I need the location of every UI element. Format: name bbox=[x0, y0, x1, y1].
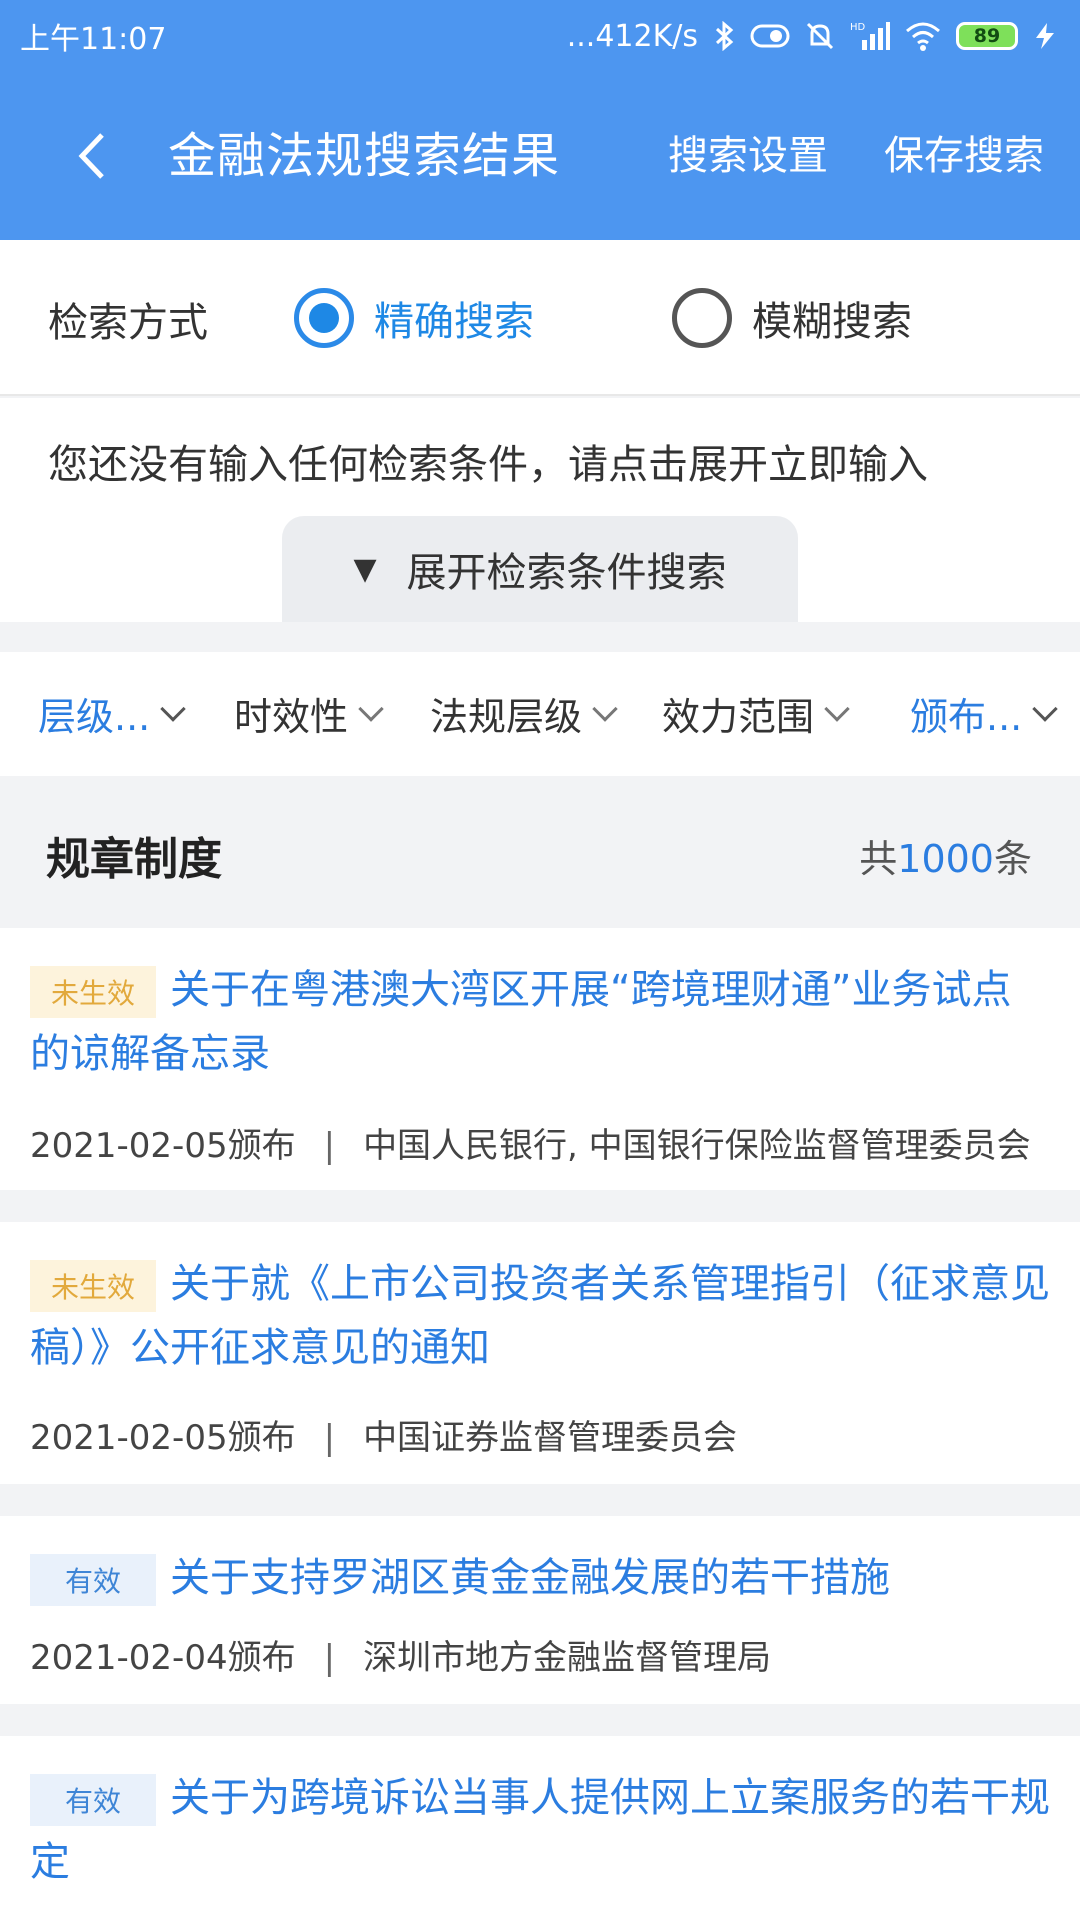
result-title[interactable]: 关于在粤港澳大湾区开展“跨境理财通”业务试点的谅解备忘录 bbox=[30, 958, 1050, 1086]
chevron-down-icon bbox=[592, 695, 618, 722]
list-item[interactable]: 关于支持罗湖区黄金金融发展的若干措施 有效 2021-02-04颁布 | 深圳市地方… bbox=[0, 1516, 1080, 1704]
result-count: 共1000条 bbox=[859, 837, 1032, 881]
search-mode-label: 检索方式 bbox=[48, 300, 208, 346]
chevron-left-icon bbox=[78, 133, 104, 179]
list-item[interactable]: 关于在粤港澳大湾区开展“跨境理财通”业务试点的谅解备忘录 未生效 2021-02… bbox=[0, 928, 1080, 1190]
page-title: 金融法规搜索结果 bbox=[168, 128, 561, 184]
filter-effective-scope-label: 效力范围 bbox=[662, 695, 815, 739]
status-badge: 未生效 bbox=[30, 966, 156, 1018]
result-meta: 2021-02-05颁布 | 中国证券监督管理委员会 bbox=[30, 1418, 738, 1458]
filter-bar: 层级... 时效性 法规层级 效力范围 颁布... bbox=[0, 652, 1080, 776]
filter-timeliness[interactable]: 时效性 bbox=[234, 686, 384, 741]
svg-text:HD: HD bbox=[850, 22, 866, 33]
status-icons: ...412K/s HD 89 bbox=[567, 19, 1058, 54]
network-speed: ...412K/s bbox=[566, 18, 698, 54]
filter-level-label: 层级... bbox=[38, 695, 151, 739]
radio-selected-icon bbox=[294, 288, 354, 348]
exact-search-radio[interactable]: 精确搜索 bbox=[294, 288, 534, 348]
chevron-down-icon bbox=[1032, 695, 1058, 722]
filter-publish-label: 颁布... bbox=[910, 695, 1023, 739]
save-search-button[interactable]: 保存搜索 bbox=[884, 128, 1044, 184]
result-title[interactable]: 关于就《上市公司投资者关系管理指引（征求意见稿）》公开征求意见的通知 bbox=[30, 1252, 1050, 1380]
status-badge: 未生效 bbox=[30, 1260, 156, 1312]
section-header: 规章制度 共1000条 bbox=[0, 778, 1080, 928]
search-settings-button[interactable]: 搜索设置 bbox=[668, 128, 828, 184]
result-meta: 2021-02-04颁布 | 深圳市地方金融监督管理局 bbox=[30, 1638, 772, 1678]
triangle-down-icon: ▼ bbox=[353, 551, 377, 587]
search-hint-text: 您还没有输入任何检索条件，请点击展开立即输入 bbox=[48, 442, 928, 488]
filter-level[interactable]: 层级... bbox=[38, 686, 186, 741]
radio-unselected-icon bbox=[672, 288, 732, 348]
wifi-icon bbox=[904, 21, 942, 51]
nav-header: 金融法规搜索结果 搜索设置 保存搜索 bbox=[0, 108, 1080, 204]
status-bar: 上午11:07 ...412K/s HD 89 bbox=[0, 0, 1080, 72]
bluetooth-icon bbox=[712, 21, 736, 51]
status-time: 上午11:07 bbox=[20, 22, 167, 57]
filter-publish[interactable]: 颁布... bbox=[910, 686, 1058, 741]
alarm-muted-icon bbox=[804, 20, 836, 52]
status-badge: 有效 bbox=[30, 1774, 156, 1826]
back-button[interactable] bbox=[64, 126, 120, 186]
list-item[interactable]: 关于为跨境诉讼当事人提供网上立案服务的若干规定 有效 bbox=[0, 1736, 1080, 1920]
section-title: 规章制度 bbox=[46, 834, 222, 885]
exact-search-label: 精确搜索 bbox=[374, 299, 534, 345]
result-meta: 2021-02-05颁布 | 中国人民银行, 中国银行保险监督管理委员会 bbox=[30, 1126, 1031, 1166]
result-title[interactable]: 关于支持罗湖区黄金金融发展的若干措施 bbox=[30, 1546, 1050, 1610]
fuzzy-search-radio[interactable]: 模糊搜索 bbox=[672, 288, 912, 348]
signal-hd-icon: HD bbox=[850, 20, 890, 52]
result-title[interactable]: 关于为跨境诉讼当事人提供网上立案服务的若干规定 bbox=[30, 1766, 1050, 1894]
fuzzy-search-label: 模糊搜索 bbox=[752, 299, 912, 345]
search-hint-area: 您还没有输入任何检索条件，请点击展开立即输入 ▼ 展开检索条件搜索 bbox=[0, 398, 1080, 622]
filter-regulation-level-label: 法规层级 bbox=[430, 695, 583, 739]
toggle-icon bbox=[750, 23, 790, 49]
search-mode-row: 检索方式 精确搜索 模糊搜索 bbox=[0, 240, 1080, 396]
app-header-bar: 上午11:07 ...412K/s HD 89 金融法规搜索结果 搜索设置 保存… bbox=[0, 0, 1080, 240]
charging-icon bbox=[1032, 21, 1058, 51]
filter-effective-scope[interactable]: 效力范围 bbox=[662, 686, 850, 741]
expand-conditions-button[interactable]: ▼ 展开检索条件搜索 bbox=[282, 516, 798, 622]
filter-regulation-level[interactable]: 法规层级 bbox=[430, 686, 618, 741]
chevron-down-icon bbox=[824, 695, 850, 722]
battery-icon: 89 bbox=[956, 22, 1018, 50]
chevron-down-icon bbox=[160, 695, 186, 722]
chevron-down-icon bbox=[358, 695, 384, 722]
filter-timeliness-label: 时效性 bbox=[234, 695, 349, 739]
status-badge: 有效 bbox=[30, 1554, 156, 1606]
expand-conditions-label: 展开检索条件搜索 bbox=[406, 550, 727, 596]
list-item[interactable]: 关于就《上市公司投资者关系管理指引（征求意见稿）》公开征求意见的通知 未生效 2… bbox=[0, 1222, 1080, 1484]
